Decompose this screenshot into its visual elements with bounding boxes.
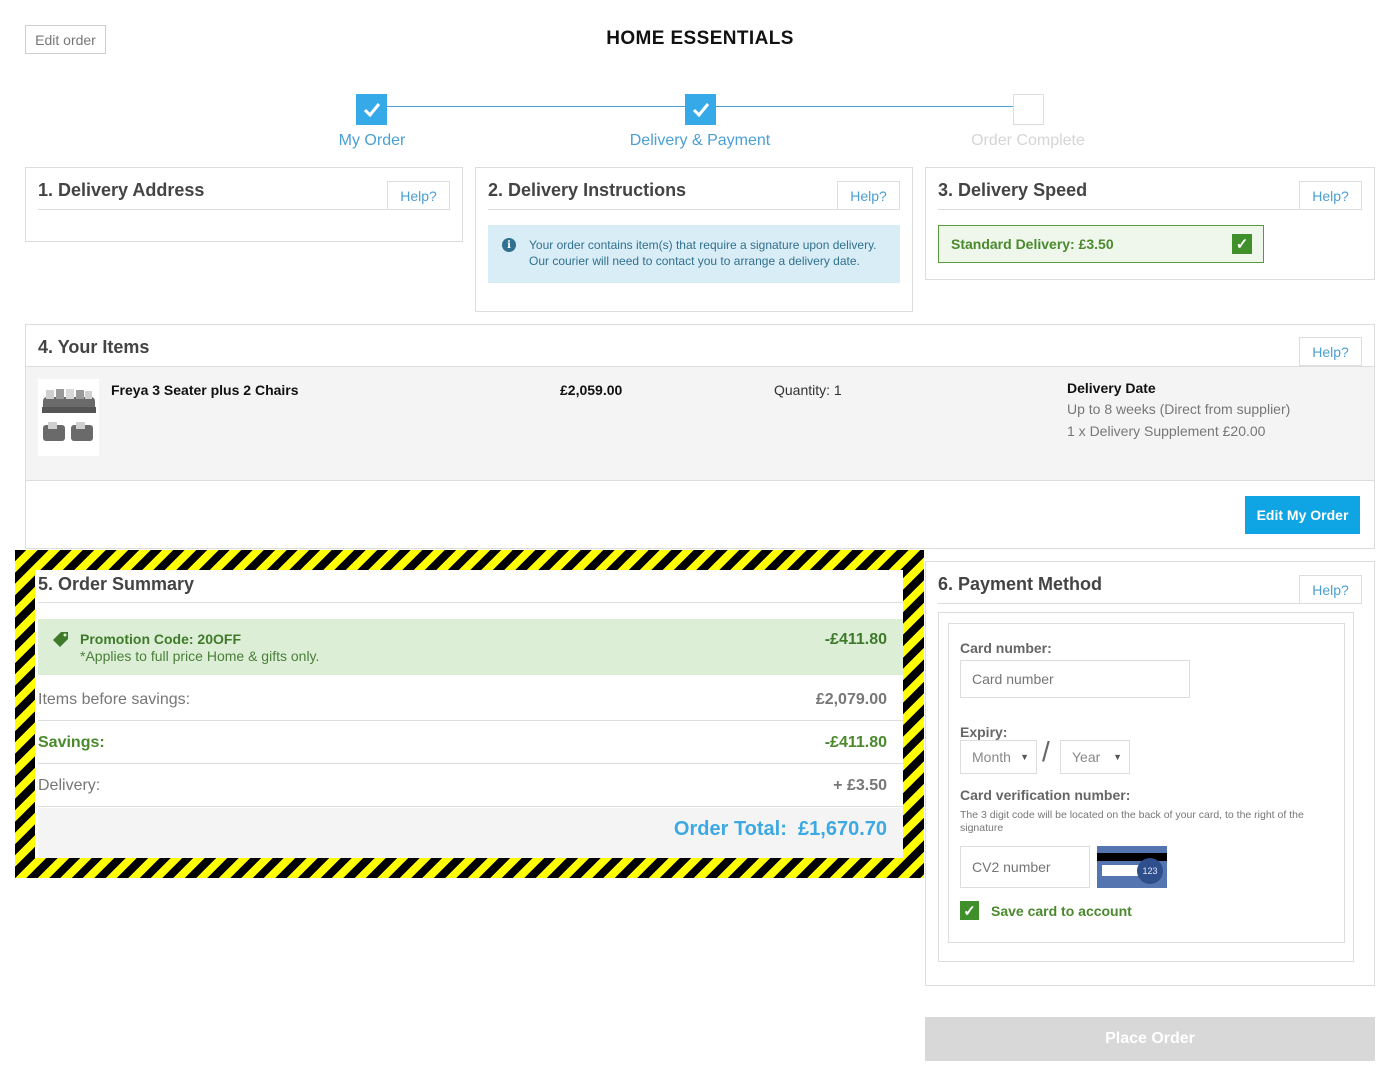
item-quantity: Quantity: 1 — [774, 382, 842, 398]
summary-value: -£411.80 — [824, 734, 887, 751]
payment-method-panel: 6. Payment Method Help? Card number: Exp… — [925, 561, 1375, 986]
expiry-year-select[interactable]: Year ▼ — [1060, 740, 1130, 774]
your-items-panel: 4. Your Items Help? Freya 3 Seater plus … — [25, 324, 1375, 549]
help-button[interactable]: Help? — [1299, 337, 1362, 366]
help-button[interactable]: Help? — [837, 181, 900, 210]
delivery-date-text: Up to 8 weeks (Direct from supplier) — [1067, 401, 1291, 417]
expiry-separator: / — [1042, 736, 1050, 767]
save-card-label[interactable]: Save card to account — [991, 903, 1132, 919]
order-total-label: Order Total: — [673, 818, 787, 840]
progress-connector — [387, 106, 685, 107]
summary-row-delivery: Delivery: + £3.50 — [38, 764, 903, 807]
cvn-help-text: The 3 digit code will be located on the … — [960, 809, 1304, 834]
summary-value: + £3.50 — [833, 777, 887, 794]
order-total-value: £1,670.70 — [798, 818, 887, 840]
checkbox-checked-icon[interactable]: ✓ — [1232, 234, 1252, 254]
panel-title: 4. Your Items — [38, 337, 150, 357]
card-number-label: Card number: — [960, 640, 1052, 656]
brand-logo: HOME ESSENTIALS — [606, 28, 794, 49]
expiry-month-select[interactable]: Month ▼ — [960, 740, 1037, 774]
help-button[interactable]: Help? — [1299, 181, 1362, 210]
step-label-my-order[interactable]: My Order — [252, 132, 492, 150]
cv2-input[interactable] — [960, 846, 1090, 888]
panel-title: 6. Payment Method — [938, 574, 1103, 594]
tag-icon — [53, 632, 68, 647]
promo-code-label: Promotion Code: 20OFF — [80, 631, 241, 647]
signature-info-alert: i Your order contains item(s) that requi… — [488, 225, 900, 283]
check-icon — [363, 102, 380, 117]
summary-row-items: Items before savings: £2,079.00 — [38, 678, 903, 721]
panel-title: 2. Delivery Instructions — [488, 180, 687, 200]
help-button[interactable]: Help? — [1299, 575, 1362, 604]
dropdown-caret-icon: ▼ — [1020, 752, 1029, 762]
order-total-row: Order Total: £1,670.70 — [38, 808, 903, 858]
info-text-line: Our courier will need to contact you to … — [529, 254, 860, 268]
cvv-card-icon: 123 — [1097, 846, 1167, 888]
payment-form-wrapper: Card number: Expiry: Month ▼ / Year ▼ Ca… — [938, 612, 1354, 962]
panel-title: 3. Delivery Speed — [938, 180, 1088, 200]
select-value: Year — [1072, 749, 1101, 765]
place-order-button[interactable]: Place Order — [925, 1017, 1375, 1061]
edit-my-order-button[interactable]: Edit My Order — [1245, 496, 1360, 534]
summary-label: Items before savings: — [38, 691, 191, 708]
save-card-checkbox[interactable]: ✓ — [960, 901, 979, 920]
delivery-date-heading: Delivery Date — [1067, 380, 1156, 396]
info-text-line: Your order contains item(s) that require… — [529, 238, 877, 252]
product-thumbnail — [38, 379, 99, 456]
order-summary-panel: 5. Order Summary Promotion Code: 20OFF *… — [35, 570, 903, 858]
expiry-label: Expiry: — [960, 724, 1008, 740]
progress-connector — [715, 106, 1013, 107]
check-icon — [692, 102, 709, 117]
summary-row-savings: Savings: -£411.80 — [38, 721, 903, 764]
delivery-speed-panel: 3. Delivery Speed Help? Standard Deliver… — [925, 167, 1375, 280]
step-order-complete-checkbox — [1013, 94, 1044, 125]
step-my-order-checkbox — [356, 94, 387, 125]
sofa-image — [42, 389, 96, 441]
summary-value: £2,079.00 — [815, 691, 887, 708]
select-value: Month — [972, 749, 1011, 765]
step-label-order-complete: Order Complete — [971, 132, 1085, 149]
divider — [38, 602, 903, 603]
standard-delivery-option[interactable]: Standard Delivery: £3.50 ✓ — [938, 225, 1264, 263]
panel-title: 1. Delivery Address — [38, 180, 205, 200]
info-icon: i — [502, 238, 516, 252]
item-row: Freya 3 Seater plus 2 Chairs £2,059.00 Q… — [26, 366, 1374, 481]
promotion-banner: Promotion Code: 20OFF *Applies to full p… — [38, 619, 903, 675]
help-button[interactable]: Help? — [387, 181, 450, 210]
item-name[interactable]: Freya 3 Seater plus 2 Chairs — [111, 382, 299, 398]
card-form: Card number: Expiry: Month ▼ / Year ▼ Ca… — [948, 623, 1345, 943]
step-label-delivery-payment[interactable]: Delivery & Payment — [580, 132, 820, 150]
cvn-label: Card verification number: — [960, 787, 1131, 803]
delivery-option-label: Standard Delivery: £3.50 — [951, 236, 1114, 252]
summary-label: Delivery: — [38, 777, 101, 794]
promo-amount: -£411.80 — [824, 631, 887, 648]
delivery-supplement-text: 1 x Delivery Supplement £20.00 — [1067, 423, 1266, 439]
item-price: £2,059.00 — [560, 382, 623, 398]
panel-title: 5. Order Summary — [38, 574, 195, 594]
step-delivery-payment-checkbox — [685, 94, 716, 125]
summary-label: Savings: — [38, 734, 105, 751]
delivery-address-panel: 1. Delivery Address Help? — [25, 167, 463, 242]
delivery-instructions-panel: 2. Delivery Instructions Help? i Your or… — [475, 167, 913, 312]
promo-note: *Applies to full price Home & gifts only… — [80, 648, 320, 664]
dropdown-caret-icon: ▼ — [1113, 752, 1122, 762]
card-number-input[interactable] — [960, 660, 1190, 698]
